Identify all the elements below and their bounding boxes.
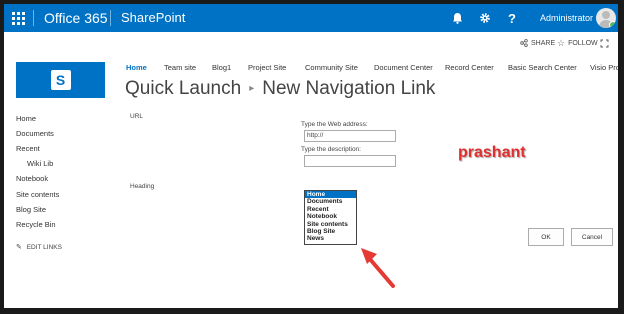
sharepoint-link[interactable]: SharePoint xyxy=(121,4,185,32)
ql-item-blog-site[interactable]: Blog Site xyxy=(16,205,46,214)
topnav-item-record-center[interactable]: Record Center xyxy=(445,63,494,72)
app-window: Office 365 SharePoint ? Administrator SH… xyxy=(4,4,618,308)
topnav-item-visio[interactable]: Visio Proce xyxy=(590,63,618,72)
follow-button[interactable]: ☆ FOLLOW xyxy=(557,36,598,50)
heading-listbox[interactable]: Home Documents Recent Notebook Site cont… xyxy=(304,190,357,245)
breadcrumb-current: New Navigation Link xyxy=(262,78,436,99)
edit-links-label: EDIT LINKS xyxy=(26,244,62,251)
focus-icon xyxy=(600,39,609,47)
web-address-input[interactable]: http:// xyxy=(304,130,396,142)
annotation-arrow-icon xyxy=(361,248,395,288)
follow-label: FOLLOW xyxy=(568,39,598,47)
waffle-icon xyxy=(11,11,25,25)
heading-section-label: Heading xyxy=(130,183,155,190)
focus-content-button[interactable] xyxy=(600,36,609,50)
office365-link[interactable]: Office 365 xyxy=(44,4,108,32)
topnav-item-blog1[interactable]: Blog1 xyxy=(212,63,231,72)
topnav-item-team-site[interactable]: Team site xyxy=(164,63,196,72)
ql-item-documents[interactable]: Documents xyxy=(16,129,54,138)
sharepoint-logo-icon: S xyxy=(50,70,71,90)
settings-button[interactable] xyxy=(471,4,499,32)
topnav-item-project-site[interactable]: Project Site xyxy=(248,63,286,72)
user-name[interactable]: Administrator xyxy=(540,4,593,32)
ql-item-home[interactable]: Home xyxy=(16,114,36,123)
topnav-item-community-site[interactable]: Community Site xyxy=(305,63,358,72)
topnav-item-document-center[interactable]: Document Center xyxy=(374,63,433,72)
heading-option[interactable]: Site contents xyxy=(305,221,356,228)
star-icon: ☆ xyxy=(557,37,566,48)
heading-option[interactable]: News xyxy=(305,235,356,242)
heading-option[interactable]: Documents xyxy=(305,198,356,205)
notifications-button[interactable] xyxy=(443,4,471,32)
ql-item-notebook[interactable]: Notebook xyxy=(16,174,48,183)
help-button[interactable]: ? xyxy=(498,4,526,32)
topnav-item-basic-search-center[interactable]: Basic Search Center xyxy=(508,63,577,72)
breadcrumb-quick-launch[interactable]: Quick Launch xyxy=(125,78,241,99)
web-address-label: Type the Web address: xyxy=(301,121,368,128)
ql-item-wiki-lib[interactable]: Wiki Lib xyxy=(27,159,53,168)
ql-item-recycle-bin[interactable]: Recycle Bin xyxy=(16,220,56,229)
presence-icon xyxy=(609,21,616,28)
heading-option[interactable]: Notebook xyxy=(305,213,356,220)
suite-bar: Office 365 SharePoint ? Administrator xyxy=(4,4,618,32)
breadcrumb-arrow-icon: ▸ xyxy=(249,83,255,95)
description-label: Type the description: xyxy=(301,146,361,153)
gear-icon xyxy=(480,13,490,23)
share-icon xyxy=(520,39,528,47)
cancel-button[interactable]: Cancel xyxy=(571,228,613,246)
ql-item-recent[interactable]: Recent xyxy=(16,144,40,153)
page-title: Quick Launch ▸ New Navigation Link xyxy=(125,78,435,100)
heading-option[interactable]: Blog Site xyxy=(305,228,356,235)
bell-icon xyxy=(452,13,462,24)
divider xyxy=(110,10,111,26)
url-section-label: URL xyxy=(130,113,144,120)
pencil-icon: ✎ xyxy=(16,244,22,251)
description-input[interactable] xyxy=(304,155,396,167)
ql-item-site-contents[interactable]: Site contents xyxy=(16,190,59,199)
watermark-text: prashant xyxy=(458,144,526,161)
heading-option[interactable]: Recent xyxy=(305,206,356,213)
ok-button[interactable]: OK xyxy=(528,228,564,246)
share-label: SHARE xyxy=(531,39,556,47)
app-launcher-button[interactable] xyxy=(4,4,32,32)
divider xyxy=(33,10,34,26)
topnav-item-home[interactable]: Home xyxy=(126,63,147,72)
edit-links-button[interactable]: ✎ EDIT LINKS xyxy=(16,243,62,251)
question-icon: ? xyxy=(508,10,516,26)
avatar[interactable] xyxy=(596,8,616,28)
site-logo[interactable]: S xyxy=(16,62,105,98)
share-button[interactable]: SHARE xyxy=(520,36,555,50)
heading-option[interactable]: Home xyxy=(305,191,356,199)
